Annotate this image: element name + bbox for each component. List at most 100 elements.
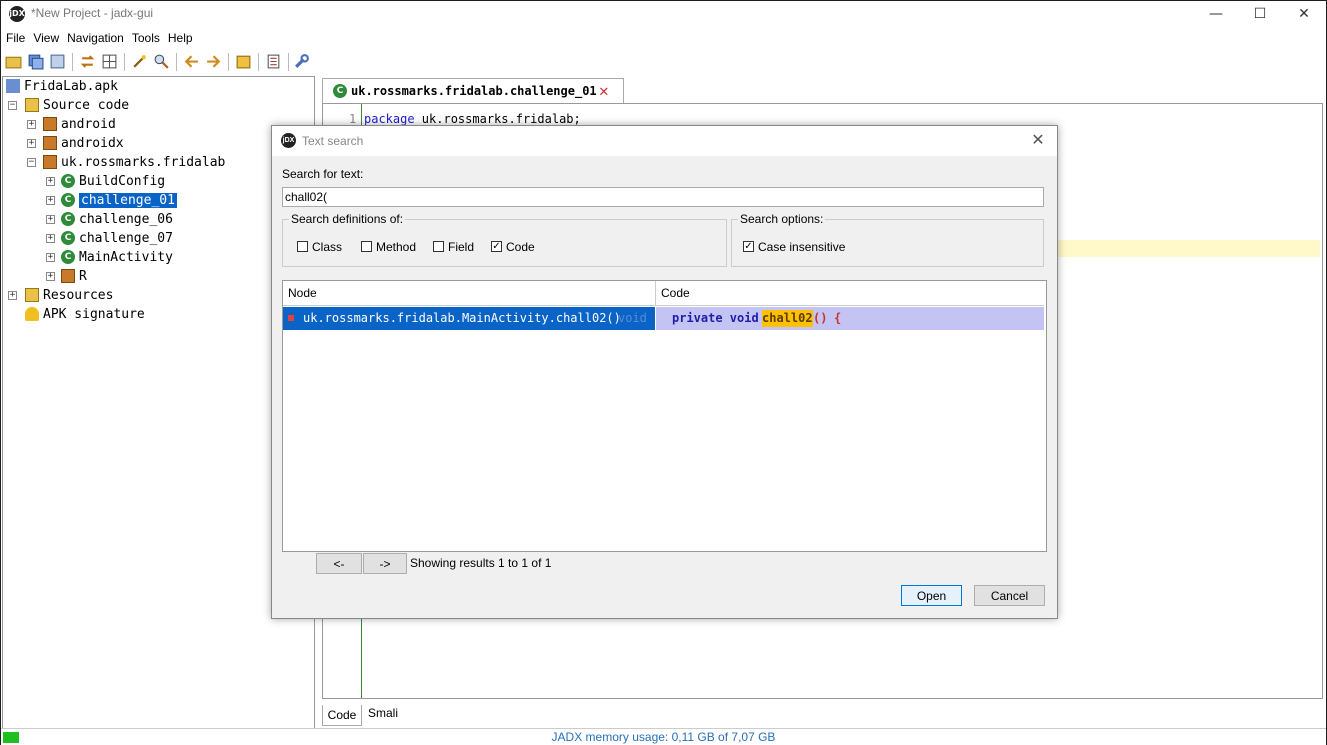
close-tab-icon[interactable]: ✕ [599,81,609,100]
class-icon: C [61,173,75,188]
code-text: uk.rossmarks.fridalab; [414,112,581,126]
menu-tools[interactable]: Tools [129,29,163,47]
class-icon: C [333,84,347,98]
dialog-title-bar: jDX Text search ✕ [272,126,1057,156]
dialog-title: Text search [302,134,364,148]
field-checkbox[interactable]: Field [433,239,474,255]
forward-arrow-icon[interactable] [205,53,222,70]
minimize-button[interactable]: — [1194,3,1238,25]
tree-item-source-code[interactable]: Source code [25,96,129,115]
folder-open-icon [25,97,39,112]
deobfuscation-icon[interactable] [235,53,252,70]
tree-item-class-challenge-01[interactable]: Cchallenge_01 [61,191,177,210]
menu-view[interactable]: View [30,29,62,47]
prev-page-button[interactable]: <- [316,553,362,574]
checkbox-box [297,241,308,253]
cancel-button[interactable]: Cancel [974,585,1045,606]
sync-icon[interactable] [79,53,96,70]
maximize-button[interactable]: ☐ [1238,3,1282,25]
tab-challenge-01[interactable]: C uk.rossmarks.fridalab.challenge_01 ✕ [322,78,624,104]
expand-toggle[interactable]: + [27,139,36,148]
toolbar-separator [258,53,259,71]
class-checkbox[interactable]: Class [297,239,342,255]
checkmark-icon: ✓ [491,241,502,253]
expand-toggle[interactable]: + [27,120,36,129]
case-insensitive-checkbox[interactable]: ✓ Case insensitive [743,239,845,255]
current-line-highlight [1041,240,1320,257]
result-code-cell[interactable]: private void chall02 () { [656,307,1044,330]
tree-item-label: MainActivity [79,250,173,265]
column-header-node[interactable]: Node [283,281,656,306]
expand-toggle[interactable]: + [8,291,17,300]
tab-code[interactable]: Code [322,705,362,726]
menu-navigation[interactable]: Navigation [64,29,127,47]
tree-item-package-androidx[interactable]: androidx [43,134,124,153]
options-group: Search options: ✓ Case insensitive [731,212,1044,267]
tree-item-class-mainactivity[interactable]: C MainActivity [61,248,173,267]
package-icon [43,116,57,131]
project-tree: FridaLab.apk − Source code + android + a… [2,76,315,730]
code-checkbox[interactable]: ✓ Code [491,239,535,255]
tree-item-resources[interactable]: Resources [25,286,113,305]
column-header-code[interactable]: Code [656,281,1044,306]
resources-folder-icon [25,287,39,302]
search-match-highlight: chall02 [762,310,813,327]
definitions-label: Search definitions of: [289,212,406,226]
dialog-close-button[interactable]: ✕ [1027,130,1049,152]
tree-item-class-challenge-06[interactable]: Cchallenge_06 [61,210,173,229]
expand-toggle[interactable]: + [46,272,55,281]
expand-toggle[interactable]: + [46,196,55,205]
apk-icon [6,78,20,93]
tree-item-label: Source code [43,98,130,113]
method-checkbox[interactable]: Method [361,239,416,255]
tab-smali[interactable]: Smali [368,705,398,721]
tree-item-label: uk.rossmarks.fridalab [61,155,226,170]
tree-item-apk[interactable]: FridaLab.apk [6,77,118,96]
collapse-toggle[interactable]: − [27,158,36,167]
method-icon [288,315,294,321]
collapse-toggle[interactable]: − [8,101,17,110]
log-viewer-icon[interactable] [265,53,282,70]
title-bar: jDX *New Project - jadx-gui — ☐ ✕ [1,1,1326,27]
tree-item-class-r[interactable]: R [61,267,87,286]
tree-item-package-android[interactable]: android [43,115,116,134]
preferences-wrench-icon[interactable] [293,53,310,70]
toolbar-separator [288,53,289,71]
class-icon: C [61,211,75,226]
jadx-app-icon: jDX [9,6,25,22]
menu-help[interactable]: Help [165,29,196,47]
jadx-app-icon: jDX [281,133,296,148]
options-label: Search options: [738,212,826,226]
checkbox-label: Case insensitive [758,240,846,254]
next-page-button[interactable]: -> [363,553,407,574]
expand-toggle[interactable]: + [46,253,55,262]
tab-label: uk.rossmarks.fridalab.challenge_01 [351,84,597,98]
status-bar: JADX memory usage: 0,11 GB of 7,07 GB [1,728,1326,745]
open-button[interactable]: Open [901,585,962,606]
search-input[interactable] [282,187,1044,207]
tree-item-apk-signature[interactable]: APK signature [25,305,145,324]
expand-toggle[interactable]: + [46,234,55,243]
menu-file[interactable]: File [3,29,28,47]
window-title: *New Project - jadx-gui [31,6,154,20]
tree-item-label: challenge_07 [79,231,173,246]
checkmark-icon: ✓ [743,241,754,253]
save-all-icon[interactable] [27,53,44,70]
tree-item-class-buildconfig[interactable]: C BuildConfig [61,172,165,191]
flatten-icon[interactable] [101,53,118,70]
search-icon[interactable] [153,53,170,70]
export-icon[interactable] [49,53,66,70]
close-button[interactable]: ✕ [1282,3,1326,25]
search-label: Search for text: [282,167,364,181]
expand-toggle[interactable]: + [46,215,55,224]
tree-item-class-challenge-07[interactable]: Cchallenge_07 [61,229,173,248]
checkbox-box [361,241,372,253]
decompile-wand-icon[interactable] [131,53,148,70]
tree-item-package-fridalab[interactable]: uk.rossmarks.fridalab [43,153,225,172]
back-arrow-icon[interactable] [183,53,200,70]
table-row[interactable]: uk.rossmarks.fridalab.MainActivity.chall… [283,307,655,330]
tree-item-label: androidx [61,136,124,151]
expand-toggle[interactable]: + [46,177,55,186]
open-file-icon[interactable] [5,53,22,70]
tree-item-label: Resources [43,288,114,303]
